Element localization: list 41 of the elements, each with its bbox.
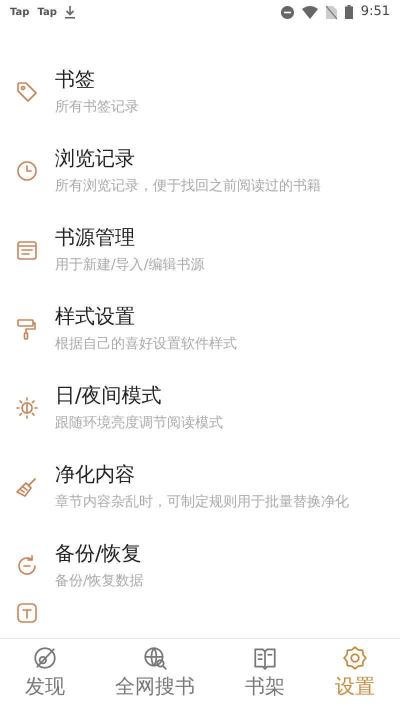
download-icon: [64, 6, 75, 18]
compass-icon: [32, 645, 58, 671]
menu-item[interactable]: 浏览记录 所有浏览记录，便于找回之前阅读过的书籍: [0, 131, 400, 210]
menu-title: 书源管理: [55, 224, 136, 250]
menu-subtitle: 章节内容杂乱时，可制定规则用于批量替换净化: [55, 493, 349, 512]
nav-tab[interactable]: 书架: [220, 639, 310, 712]
clock-time: 9:51: [360, 3, 390, 22]
no-sim-icon: [326, 6, 337, 18]
settings-icon: [342, 645, 368, 671]
nav-tab[interactable]: 全网搜书: [90, 639, 220, 712]
brightness-icon: [15, 396, 39, 420]
menu-title: 浏览记录: [55, 145, 136, 171]
clock-icon: [15, 158, 39, 182]
do-not-disturb-icon: [280, 6, 294, 18]
menu-title: 样式设置: [55, 303, 136, 329]
restore-icon: [15, 554, 39, 578]
menu-item[interactable]: 净化内容 章节内容杂乱时，可制定规则用于批量替换净化: [0, 447, 400, 526]
paint-roller-icon: [15, 316, 39, 340]
nav-tab[interactable]: 发现: [0, 639, 90, 712]
menu-item[interactable]: 日/夜间模式 跟随环境亮度调节阅读模式: [0, 368, 400, 447]
menu-subtitle: 所有浏览记录，便于找回之前阅读过的书籍: [55, 177, 321, 196]
menu-title: 净化内容: [55, 461, 136, 487]
menu-title: 书签: [55, 66, 96, 92]
menu-subtitle: 备份/恢复数据: [55, 572, 144, 591]
tag-icon: [15, 80, 39, 104]
menu-item[interactable]: 样式设置 根据自己的喜好设置软件样式: [0, 289, 400, 368]
menu-subtitle: 所有书签记录: [55, 98, 139, 117]
menu-subtitle: 根据自己的喜好设置软件样式: [55, 335, 237, 354]
menu-title: 备份/恢复: [55, 540, 143, 566]
notification-label: Tap: [37, 6, 57, 20]
menu-subtitle: 用于新建/导入/编辑书源: [55, 256, 204, 275]
menu-subtitle: 跟随环境亮度调节阅读模式: [55, 414, 223, 433]
menu-item[interactable]: 备份/恢复 备份/恢复数据: [0, 526, 400, 605]
notification-label: Tap: [10, 6, 30, 20]
globe-search-icon: [142, 645, 168, 671]
update-icon: [15, 601, 39, 625]
menu-title: 日/夜间模式: [55, 382, 163, 408]
menu-item[interactable]: 书签 所有书签记录: [0, 52, 400, 131]
battery-icon: [344, 5, 353, 19]
menu-item[interactable]: 书源管理 用于新建/导入/编辑书源: [0, 210, 400, 289]
wifi-icon: [302, 6, 318, 18]
